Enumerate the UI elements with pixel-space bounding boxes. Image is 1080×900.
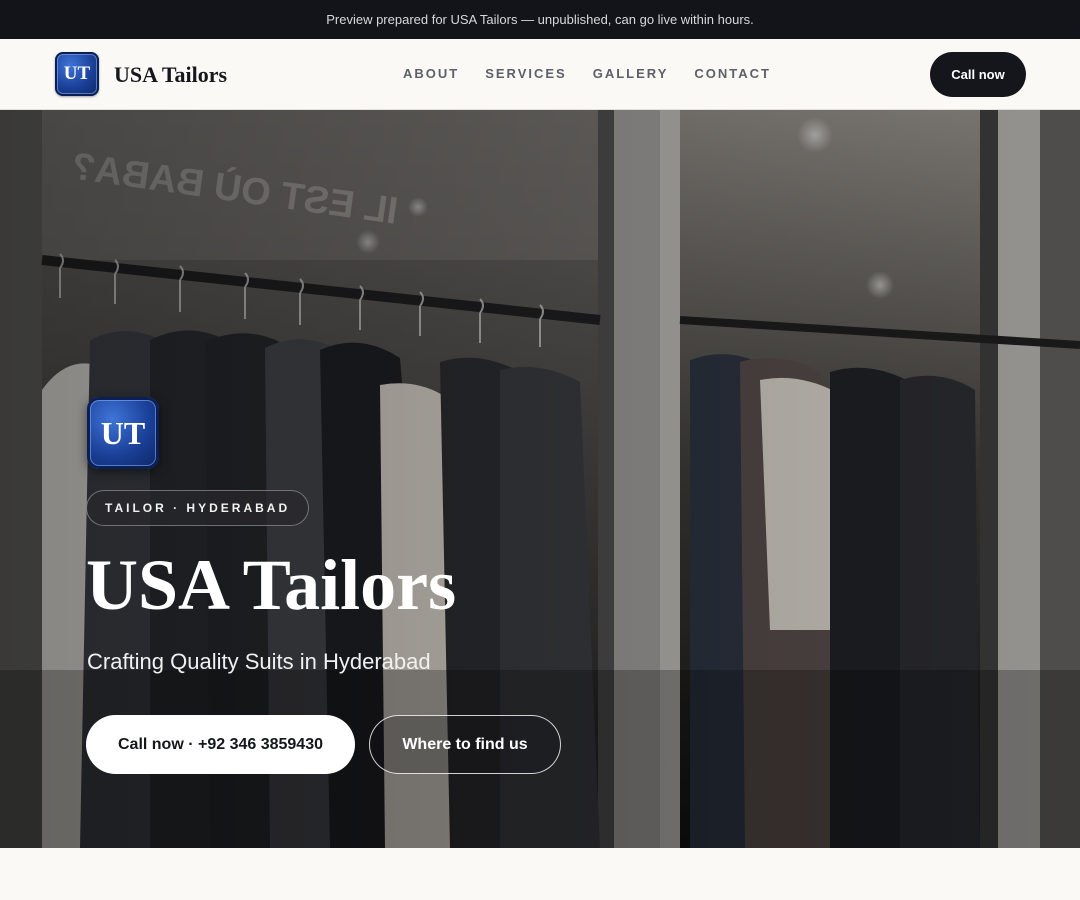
hero-find-us-button[interactable]: Where to find us (369, 715, 561, 774)
nav-link-services[interactable]: SERVICES (485, 65, 567, 83)
logo-badge[interactable]: UT (55, 52, 99, 96)
hero-logo-monogram: UT (100, 414, 146, 451)
brand-name[interactable]: USA Tailors (114, 60, 227, 90)
hero-logo-badge: UT (87, 397, 159, 469)
nav-link-about[interactable]: ABOUT (403, 65, 459, 83)
preview-banner-text: Preview prepared for USA Tailors — unpub… (326, 12, 754, 27)
hero-section: IL EST OÙ BABA? (0, 110, 1080, 848)
site-header: UT USA Tailors ABOUT SERVICES GALLERY CO… (0, 39, 1080, 110)
preview-banner: Preview prepared for USA Tailors — unpub… (0, 0, 1080, 39)
hero-eyebrow-pill: TAILOR · HYDERABAD (86, 490, 310, 526)
nav-link-gallery[interactable]: GALLERY (593, 65, 669, 83)
main-nav: ABOUT SERVICES GALLERY CONTACT (403, 65, 771, 83)
logo-monogram: UT (63, 63, 91, 84)
hero-call-now-button[interactable]: Call now · +92 346 3859430 (86, 715, 355, 774)
nav-link-contact[interactable]: CONTACT (694, 65, 771, 83)
hero-subtitle: Crafting Quality Suits in Hyderabad (87, 649, 431, 674)
hero-title: USA Tailors (86, 545, 457, 625)
header-call-now-button[interactable]: Call now (930, 52, 1026, 97)
